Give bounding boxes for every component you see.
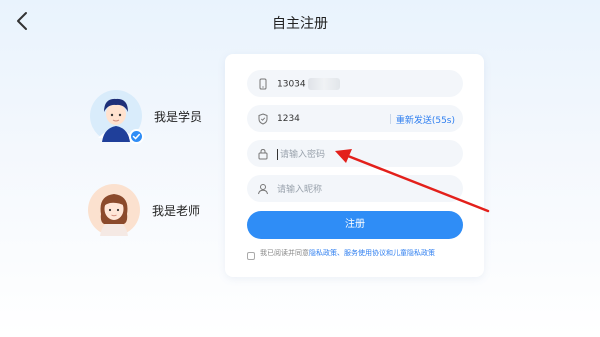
phone-value-wrap: 13034 — [277, 77, 463, 90]
blurred-digits — [307, 77, 340, 90]
agreement-prefix: 我已阅读并同意 — [260, 249, 309, 257]
lock-icon — [258, 148, 268, 159]
text-caret — [277, 149, 278, 160]
agreement-text: 我已阅读并同意隐私政策、服务使用协议和儿童隐私政策 — [247, 248, 463, 258]
password-placeholder: 请输入密码 — [280, 150, 326, 160]
selected-check-icon — [129, 129, 144, 144]
role-student-label: 我是学员 — [154, 109, 203, 124]
student-avatar — [90, 90, 144, 144]
resend-code-button[interactable]: 重新发送(55s) — [389, 113, 455, 126]
register-card: 13034 1234 重新发送(55s) 请输入密码 请输入昵称 注册 我已阅读… — [225, 54, 484, 277]
password-field[interactable]: 请输入密码 — [247, 140, 463, 167]
agreement-row: 我已阅读并同意隐私政策、服务使用协议和儿童隐私政策 — [247, 248, 463, 260]
register-button[interactable]: 注册 — [247, 211, 463, 239]
child-privacy-policy-link[interactable]: 儿童隐私政策 — [393, 249, 435, 257]
nickname-field[interactable]: 请输入昵称 — [247, 175, 463, 202]
nickname-placeholder: 请输入昵称 — [277, 185, 323, 195]
service-agreement-link[interactable]: 服务使用协议 — [344, 249, 386, 257]
phone-icon — [259, 78, 267, 89]
agreement-separator-1: 、 — [337, 249, 344, 257]
user-icon — [258, 183, 268, 194]
phone-field[interactable]: 13034 — [247, 70, 463, 97]
privacy-policy-link[interactable]: 隐私政策 — [309, 249, 337, 257]
shield-icon — [258, 112, 268, 125]
phone-value: 13034 — [277, 79, 306, 89]
password-placeholder-wrap: 请输入密码 — [277, 147, 463, 160]
page-title: 自主注册 — [272, 16, 328, 32]
role-student-option[interactable]: 我是学员 — [90, 90, 203, 144]
role-teacher-option[interactable]: 我是老师 — [88, 184, 200, 236]
role-teacher-label: 我是老师 — [152, 203, 201, 218]
verification-code-field[interactable]: 1234 重新发送(55s) — [247, 105, 463, 132]
agreement-checkbox[interactable] — [247, 252, 255, 260]
agreement-separator-2: 和 — [386, 249, 393, 257]
teacher-avatar — [88, 184, 140, 236]
